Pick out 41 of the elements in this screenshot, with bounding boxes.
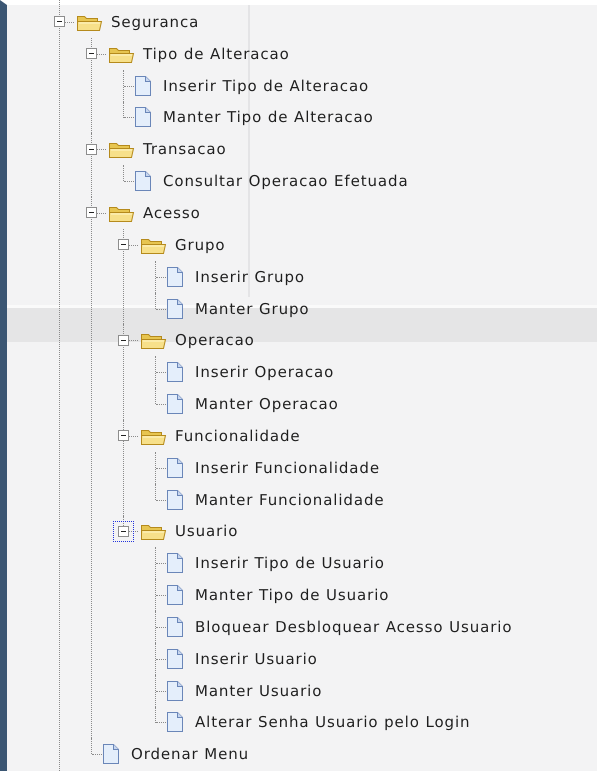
page-icon	[165, 266, 185, 288]
page-icon	[165, 680, 185, 702]
menu-item[interactable]: Funcionalidade	[175, 426, 301, 445]
menu-item[interactable]: Manter Operacao	[195, 395, 339, 414]
page-icon	[165, 648, 185, 670]
menu-item[interactable]: Manter Grupo	[195, 300, 310, 318]
menu-item[interactable]: Acesso	[143, 204, 201, 222]
menu-item[interactable]: Operacao	[175, 331, 255, 350]
menu-item[interactable]: Manter Tipo de Usuario	[195, 586, 390, 604]
menu-item[interactable]: Ordenar Menu	[131, 745, 250, 764]
menu-item[interactable]: Inserir Operacao	[195, 363, 334, 382]
menu-item[interactable]: Alterar Senha Usuario pelo Login	[195, 713, 470, 732]
menu-item[interactable]: Manter Tipo de Alteracao	[163, 108, 374, 126]
menu-item[interactable]: Bloquear Desbloquear Acesso Usuario	[195, 618, 512, 636]
page-icon	[133, 170, 153, 192]
menu-item[interactable]: Transacao	[143, 140, 227, 158]
menu-item[interactable]: Inserir Funcionalidade	[195, 458, 380, 477]
menu-item[interactable]: Inserir Grupo	[195, 268, 305, 286]
menu-item[interactable]: Manter Funcionalidade	[195, 490, 384, 509]
menu-item[interactable]: Seguranca	[111, 12, 200, 31]
menu-item[interactable]: Tipo de Alteracao	[143, 44, 290, 63]
page-icon	[101, 743, 121, 766]
page-icon	[165, 488, 185, 511]
page-icon	[165, 298, 185, 320]
page-icon	[165, 711, 185, 734]
menu-item[interactable]: Inserir Usuario	[195, 650, 318, 668]
page-icon	[133, 74, 153, 97]
page-icon	[165, 456, 185, 479]
page-icon	[165, 393, 185, 416]
menu-item[interactable]: Inserir Tipo de Usuario	[195, 554, 385, 572]
menu-item[interactable]: Usuario	[175, 522, 238, 540]
page-icon	[165, 584, 185, 606]
menu-item[interactable]: Consultar Operacao Efetuada	[163, 172, 409, 190]
menu-item[interactable]: Manter Usuario	[195, 682, 322, 700]
page-icon	[165, 616, 185, 638]
page-icon	[165, 552, 185, 574]
page-icon	[165, 361, 185, 384]
collapse-toggle[interactable]	[113, 520, 134, 542]
menu-item[interactable]: Inserir Tipo de Alteracao	[163, 76, 370, 95]
menu-item[interactable]: Grupo	[175, 236, 226, 254]
page-icon	[133, 106, 153, 128]
